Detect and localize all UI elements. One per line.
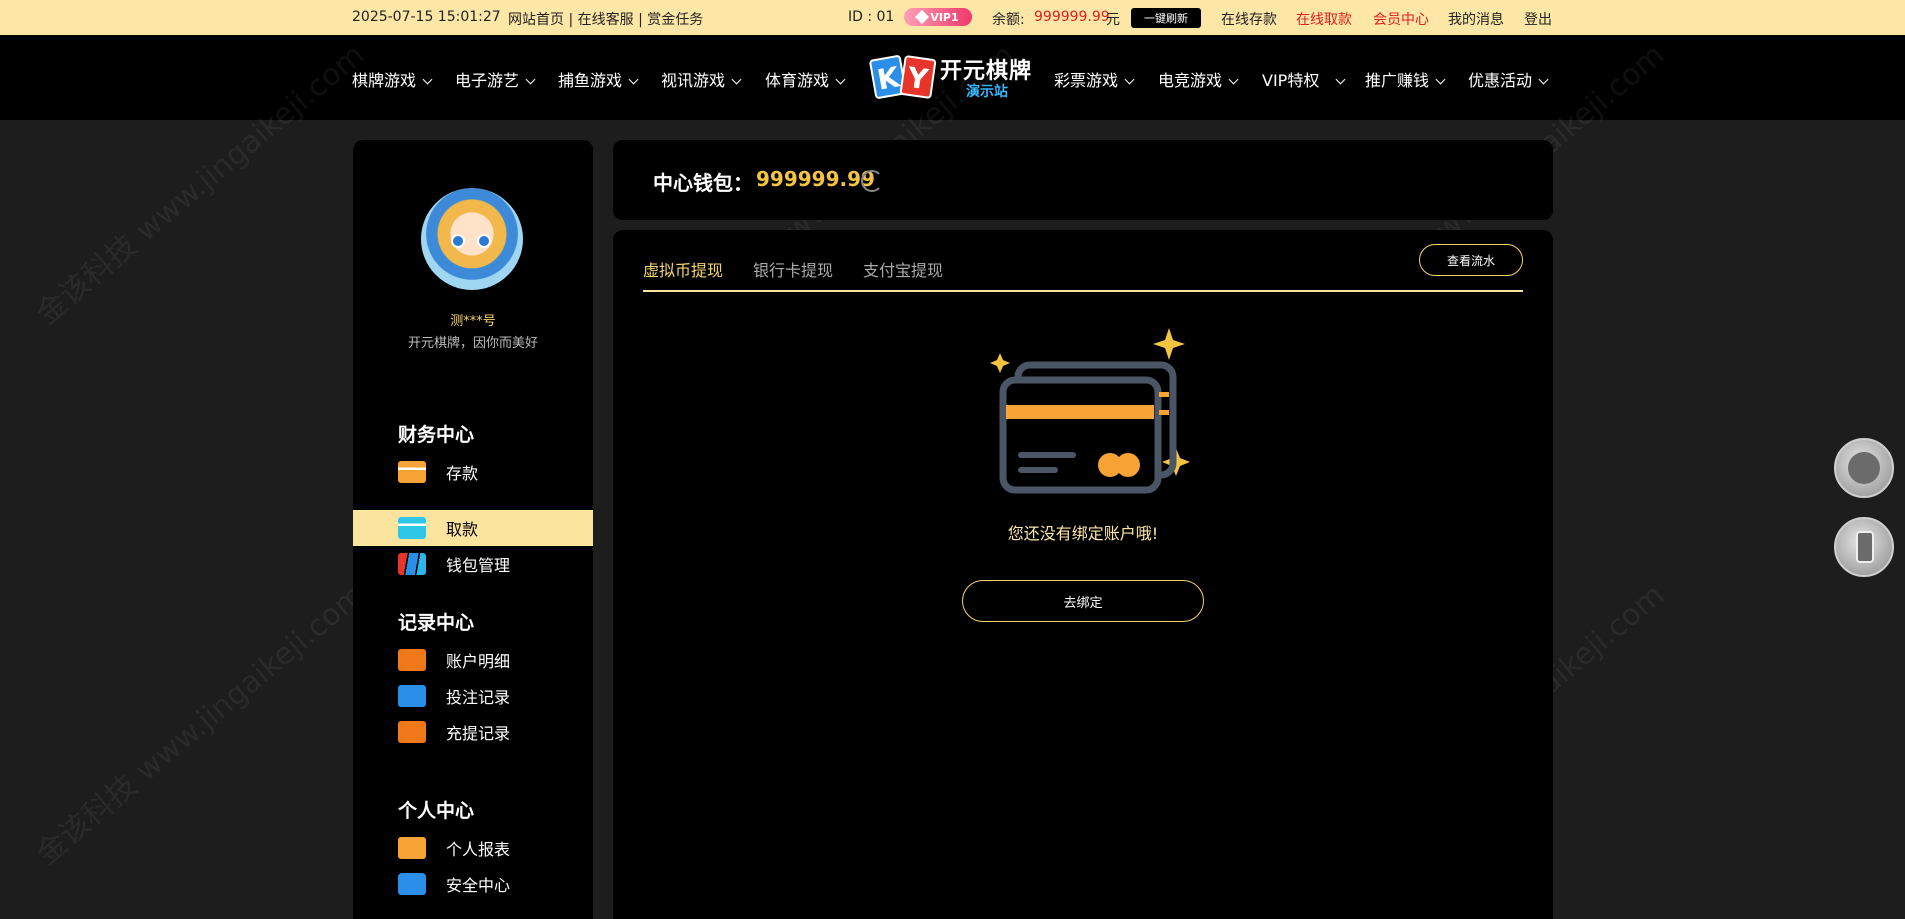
calendar-clock-icon: [398, 685, 426, 707]
sidebar-item-withdraw[interactable]: 取款: [353, 510, 593, 546]
center-wallet: 中心钱包： 999999.99: [613, 140, 1553, 220]
slogan: 开元棋牌，因你而美好: [407, 336, 538, 351]
id-card-icon: [398, 649, 426, 671]
sidebar-item-deposit-withdraw-records[interactable]: 充提记录: [353, 714, 593, 750]
lock-icon: [398, 873, 426, 895]
top-links[interactable]: 网站首页 | 在线客服 | 赏金任务: [508, 9, 703, 29]
timestamp: 2025-07-15 15:01:27: [352, 9, 501, 25]
nav-lottery-games[interactable]: 彩票游戏: [1054, 67, 1135, 91]
chevron-down-icon: [731, 74, 742, 85]
online-deposit-link[interactable]: 在线存款: [1221, 9, 1277, 29]
headset-icon: [1848, 452, 1880, 484]
nav-vip-privileges[interactable]: VIP特权: [1262, 67, 1346, 91]
chevron-down-icon: [835, 74, 846, 85]
vip-badge: VIP1: [904, 8, 972, 26]
chevron-down-icon: [1435, 74, 1446, 85]
view-flow-button[interactable]: 查看流水: [1419, 244, 1523, 276]
chevron-down-icon: [422, 74, 433, 85]
balance-value: 999999.99: [1034, 9, 1110, 25]
chevron-down-icon: [628, 74, 639, 85]
empty-card-illustration: [990, 328, 1190, 494]
chevron-down-icon: [1538, 74, 1549, 85]
section-title-records: 记录中心: [398, 612, 475, 634]
tab-alipay-withdraw[interactable]: 支付宝提现: [863, 257, 943, 281]
sidebar-item-deposit[interactable]: 存款: [353, 454, 593, 490]
empty-message: 您还没有绑定账户哦!: [1007, 524, 1159, 543]
sidebar-item-wallet-management[interactable]: 钱包管理: [353, 546, 593, 582]
top-bar: 2025-07-15 15:01:27 网站首页 | 在线客服 | 赏金任务 I…: [0, 0, 1905, 35]
tab-underline: [643, 290, 1523, 292]
sidebar-item-account-details[interactable]: 账户明细: [353, 642, 593, 678]
my-messages-link[interactable]: 我的消息: [1448, 9, 1504, 29]
phone-icon: [1856, 531, 1874, 563]
mobile-app-button[interactable]: [1834, 517, 1894, 577]
nav-referral[interactable]: 推广赚钱: [1365, 67, 1446, 91]
nav-chess-games[interactable]: 棋牌游戏: [352, 67, 433, 91]
wallet-transfer-icon: [398, 721, 426, 743]
bind-account-button[interactable]: 去绑定: [962, 580, 1204, 622]
nav-fishing-games[interactable]: 捕鱼游戏: [558, 67, 639, 91]
card-icon: [398, 461, 426, 483]
main-nav: 棋牌游戏 电子游艺 捕鱼游戏 视讯游戏 体育游戏 K Y 开元棋牌 演示站 彩票…: [0, 35, 1905, 120]
nav-esports-games[interactable]: 电竞游戏: [1158, 67, 1239, 91]
refresh-icon[interactable]: [861, 170, 883, 192]
site-logo[interactable]: K Y 开元棋牌 演示站: [868, 51, 1032, 106]
tab-crypto-withdraw[interactable]: 虚拟币提现: [643, 257, 723, 281]
sidebar: 测***号 开元棋牌，因你而美好 财务中心 存款 取款 钱包管理 记录中心 账户…: [353, 140, 593, 919]
section-title-personal: 个人中心: [398, 800, 475, 822]
wallet-label: 中心钱包：: [653, 171, 753, 195]
logo-subtitle: 演示站: [966, 84, 1008, 100]
logout-link[interactable]: 登出: [1524, 9, 1552, 29]
nav-live-games[interactable]: 视讯游戏: [661, 67, 742, 91]
nav-slot-games[interactable]: 电子游艺: [455, 67, 536, 91]
balance-label: 余额:: [992, 12, 1025, 28]
chevron-down-icon: [1335, 74, 1346, 85]
one-click-refresh-button[interactable]: 一键刷新: [1131, 8, 1201, 28]
nav-promotions[interactable]: 优惠活动: [1468, 67, 1549, 91]
avatar[interactable]: [421, 188, 523, 290]
customer-service-button[interactable]: [1834, 438, 1894, 498]
wallet-value: 999999.99: [756, 167, 875, 191]
diamond-icon: [915, 9, 930, 25]
section-title-finance: 财务中心: [398, 424, 475, 446]
balance-unit: 元: [1106, 12, 1120, 28]
nav-sports-games[interactable]: 体育游戏: [765, 67, 846, 91]
member-center-link[interactable]: 会员中心: [1373, 9, 1429, 29]
username: 测***号: [450, 314, 496, 329]
tab-bank-card-withdraw[interactable]: 银行卡提现: [753, 257, 833, 281]
chevron-down-icon: [525, 74, 536, 85]
wallet-icon: [398, 553, 426, 575]
report-edit-icon: [398, 837, 426, 859]
sidebar-item-personal-report[interactable]: 个人报表: [353, 830, 593, 866]
chevron-down-icon: [1124, 74, 1135, 85]
card-icon: [398, 517, 426, 539]
online-withdraw-link[interactable]: 在线取款: [1296, 9, 1352, 29]
sidebar-item-security-center[interactable]: 安全中心: [353, 866, 593, 902]
chevron-down-icon: [1228, 74, 1239, 85]
withdraw-panel: 虚拟币提现 银行卡提现 支付宝提现 查看流水 您还没有绑定账户哦! 去绑定: [613, 230, 1553, 919]
user-id: ID : 01: [848, 9, 895, 25]
watermark: 金该科技 www.jingaikeji.com: [29, 577, 372, 872]
sidebar-item-bet-records[interactable]: 投注记录: [353, 678, 593, 714]
